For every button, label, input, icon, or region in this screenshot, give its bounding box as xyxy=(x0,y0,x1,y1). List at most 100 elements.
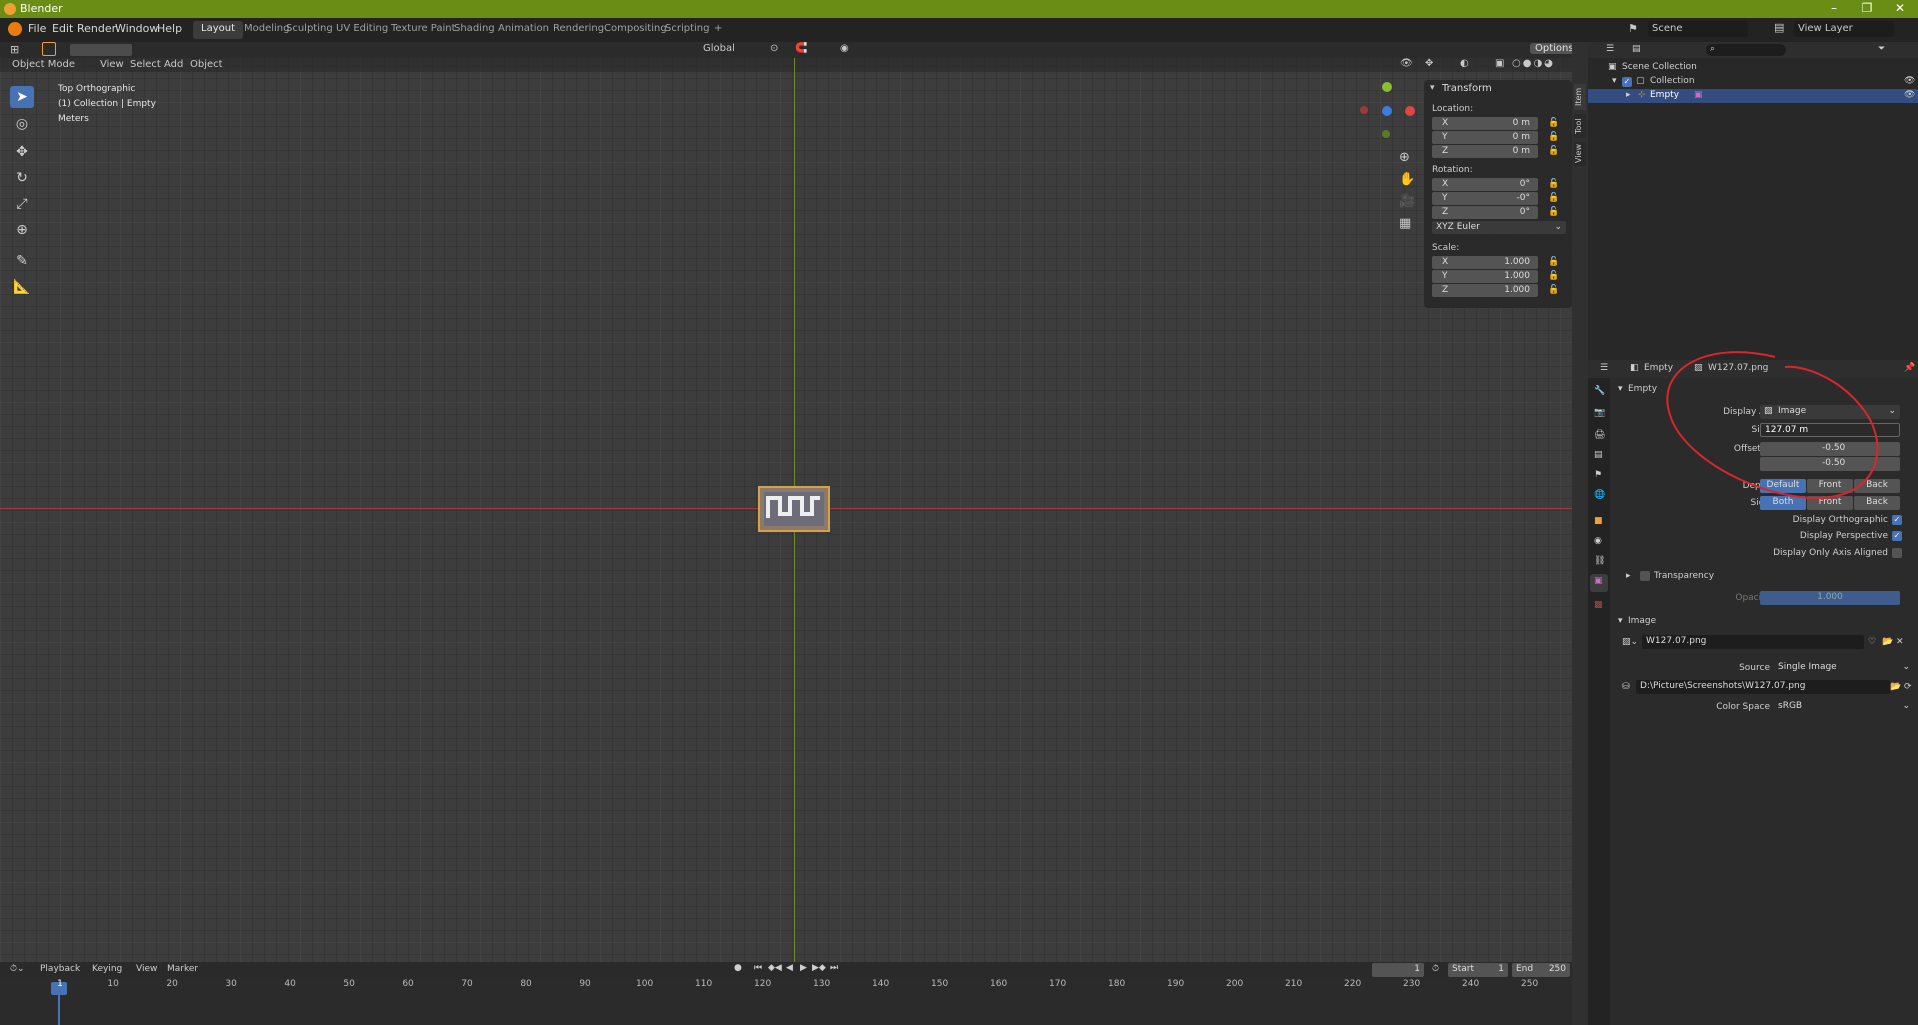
scene-tab-icon[interactable]: ⚑ xyxy=(1594,470,1602,480)
record-icon[interactable]: ● xyxy=(734,963,742,973)
play-icon[interactable]: ▶ xyxy=(800,963,807,973)
tab-view[interactable]: View xyxy=(1574,142,1586,166)
scene-selector[interactable]: Scene xyxy=(1648,21,1748,37)
blender-menu-icon[interactable] xyxy=(8,22,22,36)
scene-collection-item[interactable]: Scene Collection xyxy=(1622,62,1697,72)
object-tab-icon[interactable]: ■ xyxy=(1594,516,1603,526)
scene-icon[interactable]: ⚑ xyxy=(1628,22,1638,35)
start-frame-field[interactable]: Start 1 xyxy=(1448,963,1508,977)
output-tab-icon[interactable]: 🖨 xyxy=(1594,430,1605,440)
maximize-icon[interactable]: ❐ xyxy=(1853,1,1881,17)
cursor-tool-icon[interactable]: ◎ xyxy=(10,113,34,135)
timeline-menu-playback[interactable]: Playback xyxy=(40,964,80,974)
scale-y-field[interactable]: Y 1.000 xyxy=(1432,270,1538,283)
viewport-menu-object[interactable]: Object xyxy=(190,59,223,70)
shading-modes-icon[interactable]: ○●◑◕ xyxy=(1512,58,1555,69)
empty-image-object[interactable] xyxy=(758,486,830,532)
fake-user-icon[interactable]: ♡ xyxy=(1868,637,1876,647)
outliner-editor-icon[interactable]: ☰ xyxy=(1606,44,1614,54)
measure-tool-icon[interactable]: 📐 xyxy=(10,276,34,298)
source-select[interactable]: Single Image ⌄ xyxy=(1774,661,1914,675)
image-section-header[interactable]: Image xyxy=(1628,616,1656,626)
filter-icon[interactable]: ⏷ xyxy=(1878,44,1885,54)
view-layer-tab-icon[interactable]: ▤ xyxy=(1594,450,1603,460)
snap-icon[interactable]: 🧲 xyxy=(795,43,807,54)
transform-orientation[interactable]: Global xyxy=(703,43,735,54)
object-mode-selector[interactable]: Object Mode xyxy=(12,59,75,70)
menu-edit[interactable]: Edit xyxy=(52,22,73,35)
overlay-toggle-icon[interactable]: ◐ xyxy=(1460,58,1469,69)
lock-scale-x-icon[interactable]: 🔓 xyxy=(1548,257,1559,267)
data-tab-icon[interactable]: ▣ xyxy=(1590,574,1608,592)
gizmo-y-icon[interactable] xyxy=(1382,82,1392,92)
collection-item[interactable]: Collection xyxy=(1650,76,1695,86)
jump-start-icon[interactable]: ⏮ xyxy=(754,963,762,973)
collapse-arrow-icon[interactable]: ▸ xyxy=(1626,571,1631,581)
rotation-x-field[interactable]: X 0° xyxy=(1432,178,1538,191)
rotation-z-field[interactable]: Z 0° xyxy=(1432,206,1538,219)
xray-icon[interactable]: ▣ xyxy=(1495,58,1504,69)
outliner-row-empty[interactable]: ▸ ⊹ Empty ▣ 👁 xyxy=(1588,89,1918,103)
menu-render[interactable]: Render xyxy=(77,22,116,35)
view-layer-icon[interactable]: ▤ xyxy=(1774,21,1784,34)
texture-tab-icon[interactable]: ▩ xyxy=(1594,600,1603,610)
empty-visibility-icon[interactable]: 👁 xyxy=(1904,90,1915,100)
location-y-field[interactable]: Y0 m xyxy=(1432,131,1538,144)
tab-item[interactable]: Item xyxy=(1574,84,1586,110)
lock-location-x-icon[interactable]: 🔓 xyxy=(1548,118,1559,128)
display-axis-aligned-checkbox[interactable] xyxy=(1892,548,1902,558)
end-frame-field[interactable]: End 250 xyxy=(1512,963,1570,977)
transform-tool-icon[interactable]: ⊕ xyxy=(10,219,34,241)
lock-location-y-icon[interactable]: 🔓 xyxy=(1548,132,1559,142)
world-tab-icon[interactable]: 🌐 xyxy=(1594,490,1605,500)
move-tool-icon[interactable]: ✥ xyxy=(10,141,34,163)
view-layer-selector[interactable]: View Layer xyxy=(1794,21,1894,37)
collection-visibility-icon[interactable]: 👁 xyxy=(1904,76,1915,86)
unlink-image-icon[interactable]: ✕ xyxy=(1896,637,1904,647)
ortho-toggle-icon[interactable]: ▦ xyxy=(1399,216,1411,231)
camera-view-icon[interactable]: 🎥 xyxy=(1399,194,1415,209)
view-object-types-icon[interactable]: 👁 xyxy=(1400,58,1413,69)
reload-icon[interactable]: ⟳ xyxy=(1904,682,1912,692)
close-icon[interactable]: ✕ xyxy=(1886,1,1914,17)
timeline-menu-keying[interactable]: Keying xyxy=(92,964,122,974)
outliner-search-input[interactable]: ⌕ xyxy=(1706,44,1786,56)
navigation-gizmo[interactable] xyxy=(1360,82,1420,152)
jump-end-icon[interactable]: ⏭ xyxy=(830,963,838,973)
select-tool-icon[interactable]: ➤ xyxy=(10,86,34,108)
gizmo-z-icon[interactable] xyxy=(1382,106,1392,116)
browse-file-icon[interactable]: 📂 xyxy=(1890,682,1901,692)
open-image-icon[interactable]: 📂 xyxy=(1882,637,1893,647)
menu-help[interactable]: Help xyxy=(157,22,182,35)
lock-scale-y-icon[interactable]: 🔓 xyxy=(1548,271,1559,281)
lock-rotation-y-icon[interactable]: 🔓 xyxy=(1548,193,1559,203)
location-z-field[interactable]: Z0 m xyxy=(1432,145,1538,158)
play-reverse-icon[interactable]: ◀ xyxy=(786,963,793,973)
tool-tab-icon[interactable]: 🔧 xyxy=(1594,386,1605,396)
display-mode-icon[interactable]: ▤ xyxy=(1632,44,1641,54)
image-name-field[interactable]: W127.07.png xyxy=(1642,635,1864,649)
gizmo-neg-y-icon[interactable] xyxy=(1382,130,1390,138)
physics-tab-icon[interactable]: ◉ xyxy=(1594,536,1602,546)
timeline-menu-marker[interactable]: Marker xyxy=(167,964,198,974)
collapse-arrow-icon[interactable]: ▾ xyxy=(1618,616,1623,626)
current-frame-field[interactable]: 1 xyxy=(1372,963,1424,977)
opacity-slider[interactable]: 1.000 xyxy=(1760,591,1900,605)
selection-mode-buttons[interactable] xyxy=(70,44,132,56)
timeline-editor-icon[interactable]: ⏱⌄ xyxy=(10,964,25,974)
minimize-icon[interactable]: – xyxy=(1820,1,1848,17)
menu-file[interactable]: File xyxy=(28,22,46,35)
constraints-tab-icon[interactable]: ⛓ xyxy=(1594,556,1605,566)
pan-hand-icon[interactable]: ✋ xyxy=(1399,172,1415,187)
lock-rotation-z-icon[interactable]: 🔓 xyxy=(1548,207,1559,217)
image-browse-icon[interactable]: ▨⌄ xyxy=(1622,637,1638,647)
lock-scale-z-icon[interactable]: 🔓 xyxy=(1548,285,1559,295)
scale-tool-icon[interactable]: ⤢ xyxy=(10,193,34,215)
gizmo-x-icon[interactable] xyxy=(1405,106,1415,116)
add-workspace-button[interactable]: + xyxy=(706,21,730,39)
color-space-select[interactable]: sRGB ⌄ xyxy=(1774,700,1914,714)
options-button[interactable]: Options xyxy=(1530,43,1572,54)
collection-checkbox[interactable]: ✓ xyxy=(1622,77,1632,87)
lock-location-z-icon[interactable]: 🔓 xyxy=(1548,146,1559,156)
transparency-checkbox[interactable] xyxy=(1640,571,1650,581)
